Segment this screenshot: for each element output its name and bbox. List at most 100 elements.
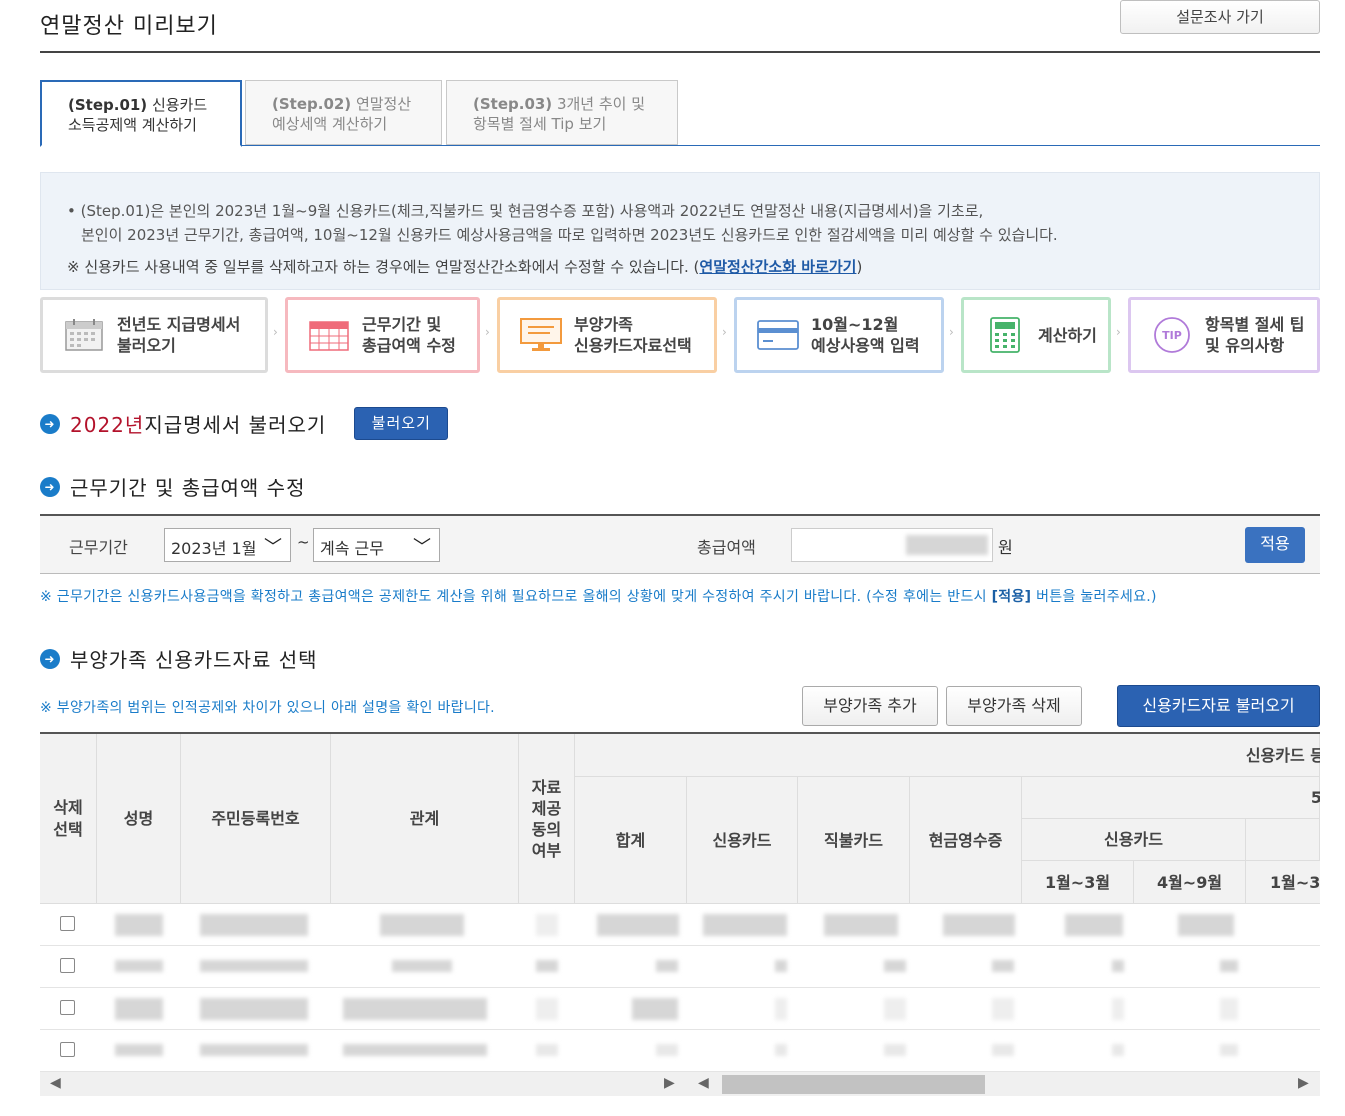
tab-label: 항목별 절세 Tip 보기 — [473, 115, 607, 133]
survey-button[interactable]: 설문조사 가기 — [1120, 0, 1320, 34]
end-month-value: 계속 근무 — [320, 539, 384, 558]
row-checkbox[interactable] — [60, 1000, 75, 1015]
period-notice: ※ 근무기간은 신용카드사용금액을 확정하고 총급여액은 공제한도 계산을 위해… — [40, 586, 1157, 606]
step-label: 및 유의사항 — [1205, 336, 1285, 355]
row-checkbox[interactable] — [60, 958, 75, 973]
scroll-right-icon[interactable]: ▶ — [664, 1075, 675, 1091]
apply-button[interactable]: 적용 — [1245, 527, 1305, 563]
scroll-right-icon[interactable]: ▶ — [1298, 1075, 1309, 1091]
step-card-family-select[interactable]: 부양가족 신용카드자료선택 — [497, 297, 717, 373]
col-group-sub: 5 — [1022, 777, 1320, 819]
row-checkbox[interactable] — [60, 1042, 75, 1057]
tab-label: 연말정산 — [351, 95, 412, 113]
delete-dependent-button[interactable]: 부양가족 삭제 — [946, 686, 1082, 726]
tab-step-label: (Step.02) — [272, 95, 352, 113]
redacted-value — [906, 535, 988, 555]
section-title: 근무기간 및 총급여액 수정 — [70, 476, 306, 500]
svg-text:TIP: TIP — [1162, 329, 1182, 342]
load-statement-button[interactable]: 불러오기 — [354, 407, 449, 440]
col-header-apr-sep: 4월~9월 — [1134, 861, 1246, 904]
col-group-blank — [1246, 819, 1320, 861]
col-header-credit: 신용카드 — [687, 777, 798, 904]
section-title: 지급명세서 불러오기 — [144, 413, 327, 437]
total-salary-input[interactable] — [791, 528, 993, 562]
step-card-load-statement[interactable]: 전년도 지급명세서 불러오기 — [40, 297, 268, 373]
credit-card-icon — [757, 317, 799, 353]
section-statement: ➜ 2022년 지급명세서 불러오기 불러오기 — [40, 407, 449, 440]
process-steps: 전년도 지급명세서 불러오기 › 근무기간 및 총급여액 수정 › 부양가족 신용카드… — [40, 297, 1320, 373]
col-header-name: 성명 — [97, 734, 181, 904]
col-header-delete: 삭제 선택 — [40, 734, 97, 904]
col-header-relation: 관계 — [331, 734, 519, 904]
tab-step-03[interactable]: (Step.03) 3개년 추이 및 항목별 절세 Tip 보기 — [446, 80, 678, 145]
scroll-left-icon[interactable]: ◀ — [698, 1075, 709, 1091]
horizontal-scrollbar[interactable]: ◀ ▶ ◀ ▶ — [40, 1072, 1320, 1096]
tab-step-01[interactable]: (Step.01) 신용카드 소득공제액 계산하기 — [40, 80, 242, 147]
col-header-rrn: 주민등록번호 — [181, 734, 331, 904]
header-text: 자료 — [531, 777, 562, 797]
chevron-down-icon: ﹀ — [264, 537, 282, 558]
step-label: 부양가족 — [574, 315, 633, 334]
scroll-thumb[interactable] — [722, 1075, 985, 1094]
arrow-circle-icon: ➜ — [40, 648, 60, 669]
add-dependent-button[interactable]: 부양가족 추가 — [802, 686, 938, 726]
step-label: 불러오기 — [117, 336, 176, 355]
start-month-value: 2023년 1월 — [171, 539, 257, 558]
col-header-consent: 자료 제공 동의 여부 — [519, 734, 575, 904]
header-text: 선택 — [53, 819, 83, 839]
row-checkbox[interactable] — [60, 916, 75, 931]
end-month-select[interactable]: 계속 근무 ﹀ — [313, 528, 440, 562]
step-label: 예상사용액 입력 — [811, 336, 920, 355]
tab-label: 3개년 추이 및 — [552, 95, 646, 113]
load-card-data-button[interactable]: 신용카드자료 불러오기 — [1117, 685, 1320, 727]
simplified-service-link[interactable]: 연말정산간소화 바로가기 — [699, 258, 856, 276]
chevron-right-icon: › — [1116, 325, 1121, 339]
family-notice: ※ 부양가족의 범위는 인적공제와 차이가 있으니 아래 설명을 확인 바랍니다… — [40, 700, 495, 716]
currency-unit: 원 — [998, 538, 1013, 557]
header-text: 신용카드 등 — [1245, 745, 1320, 765]
start-month-select[interactable]: 2023년 1월 ﹀ — [164, 528, 291, 562]
page-title: 연말정산 미리보기 — [40, 14, 218, 39]
tab-step-label: (Step.01) — [68, 96, 148, 114]
calculator-icon — [984, 317, 1026, 353]
step-label: 근무기간 및 — [362, 315, 442, 334]
header-text: 5 — [1311, 787, 1320, 808]
period-label: 근무기간 — [69, 538, 128, 557]
chevron-right-icon: › — [273, 325, 278, 339]
calendar-grid-icon — [308, 317, 350, 353]
arrow-circle-icon: ➜ — [40, 413, 60, 434]
info-note-end: ) — [856, 258, 863, 276]
table-row — [40, 946, 1320, 988]
col-header-jan-mar-2: 1월~3 — [1246, 861, 1320, 904]
header-text: 제공 — [531, 798, 562, 818]
info-note: ※ 신용카드 사용내역 중 일부를 삭제하고자 하는 경우에는 연말정산간소화에… — [67, 255, 1293, 279]
col-group-credit-card: 신용카드 — [1022, 819, 1246, 861]
tab-step-label: (Step.03) — [473, 95, 553, 113]
tab-step-02[interactable]: (Step.02) 연말정산 예상세액 계산하기 — [245, 80, 442, 145]
tab-label: 소득공제액 계산하기 — [68, 116, 197, 134]
period-notice-emphasis: [적용] — [991, 589, 1032, 605]
step-label: 계산하기 — [1038, 325, 1097, 345]
title-divider — [40, 51, 1320, 53]
header-text: 동의 — [531, 819, 562, 839]
chevron-right-icon: › — [722, 325, 727, 339]
period-notice-text: ※ 근무기간은 신용카드사용금액을 확정하고 총급여액은 공제한도 계산을 위해… — [40, 589, 992, 605]
step-label: 10월~12월 — [811, 315, 899, 334]
col-header-cash-receipt: 현금영수증 — [910, 777, 1022, 904]
scroll-left-icon[interactable]: ◀ — [50, 1075, 61, 1091]
step-card-edit-period[interactable]: 근무기간 및 총급여액 수정 — [285, 297, 480, 373]
section-family: ➜ 부양가족 신용카드자료 선택 — [40, 644, 318, 673]
chevron-right-icon: › — [485, 325, 490, 339]
step-card-expected-usage[interactable]: 10월~12월예상사용액 입력 — [734, 297, 944, 373]
chevron-right-icon: › — [949, 325, 954, 339]
table-row — [40, 904, 1320, 946]
tab-label: 예상세액 계산하기 — [272, 115, 388, 133]
section-period: ➜ 근무기간 및 총급여액 수정 — [40, 472, 305, 501]
col-header-total: 합계 — [575, 777, 687, 904]
tip-icon: TIP — [1151, 317, 1193, 353]
family-card-table: 삭제 선택 성명 주민등록번호 관계 자료 제공 동의 여부 신용카드 등 합계 신용카… — [40, 732, 1320, 1072]
table-row — [40, 988, 1320, 1030]
header-text: 삭제 — [53, 797, 83, 817]
step-card-tips[interactable]: TIP 항목별 절세 팁및 유의사항 — [1128, 297, 1320, 373]
step-card-calculate[interactable]: 계산하기 — [961, 297, 1111, 373]
